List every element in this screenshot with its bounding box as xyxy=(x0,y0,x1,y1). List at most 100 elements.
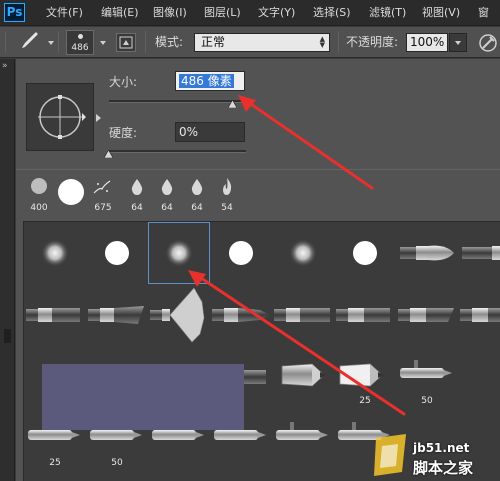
panel-divider xyxy=(16,169,500,170)
brush-size-label: 54 xyxy=(221,203,233,213)
soft-round-brush-icon xyxy=(165,239,193,267)
photoshop-logo: Ps xyxy=(4,3,25,22)
round-bristle-brush-icon xyxy=(212,308,270,322)
blend-mode-select[interactable]: 正常 ▲ ▼ xyxy=(194,33,330,52)
menu-file[interactable]: 文件(F) xyxy=(46,0,83,26)
watermark-name: 脚本之家 xyxy=(413,459,474,477)
toolbar-grip[interactable] xyxy=(4,329,11,343)
menu-filter[interactable]: 滤镜(T) xyxy=(369,0,406,26)
menu-type[interactable]: 文字(Y) xyxy=(258,0,295,26)
brush-preset[interactable] xyxy=(458,222,500,284)
brush-size-label: 50 xyxy=(421,396,433,406)
brush-tip-shape-preview[interactable] xyxy=(26,83,101,151)
brush-preset[interactable]: 25 xyxy=(334,346,396,408)
options-bar: 486 模式: 正常 ▲ ▼ 不透明度: 100% xyxy=(0,27,500,58)
menu-layer[interactable]: 图层(L) xyxy=(204,0,241,26)
flat-blunt-brush-icon xyxy=(336,308,390,322)
pressure-opacity-icon[interactable] xyxy=(478,33,498,53)
brush-preset[interactable] xyxy=(272,346,334,408)
watermark-url: jb51.net xyxy=(413,441,470,455)
watermark-logo-icon xyxy=(374,434,406,476)
brush-preset[interactable] xyxy=(272,284,334,346)
scatter-brush-icon xyxy=(93,180,111,194)
menu-view[interactable]: 视图(V) xyxy=(422,0,460,26)
brush-preset[interactable] xyxy=(272,408,334,470)
collapsed-toolbar-strip: » xyxy=(0,59,15,481)
brush-preset[interactable] xyxy=(148,284,210,346)
hard-round-brush-icon xyxy=(58,179,84,205)
hardness-slider[interactable] xyxy=(109,150,246,153)
drop-brush-icon xyxy=(161,179,173,195)
recent-brush[interactable]: 64 xyxy=(124,175,150,213)
menu-window[interactable]: 窗 xyxy=(478,0,489,26)
options-separator xyxy=(338,31,339,53)
hardness-slider-thumb[interactable] xyxy=(104,150,113,158)
angled-bristle-brush-icon xyxy=(88,306,144,324)
opacity-input[interactable]: 100% xyxy=(406,33,448,52)
recent-brush[interactable]: 400 xyxy=(26,175,52,213)
menu-image[interactable]: 图像(I) xyxy=(153,0,187,26)
brush-preset[interactable] xyxy=(24,222,86,284)
mode-label: 模式: xyxy=(155,35,184,49)
opacity-slider-button[interactable] xyxy=(449,33,467,52)
menu-edit[interactable]: 编辑(E) xyxy=(101,0,139,26)
brush-preset[interactable] xyxy=(396,284,458,346)
panel-menu-arrow-icon[interactable] xyxy=(96,114,101,122)
size-slider[interactable] xyxy=(109,100,246,103)
hard-round-brush-icon xyxy=(353,241,377,265)
hard-round-brush-icon xyxy=(229,241,253,265)
hardness-input[interactable]: 0% xyxy=(175,122,245,142)
brush-preset[interactable] xyxy=(24,284,86,346)
brush-preset[interactable] xyxy=(458,284,500,346)
recent-brushes: 400 675 64 64 64 54 xyxy=(24,175,244,213)
brush-preset[interactable] xyxy=(210,284,272,346)
brush-size-label: 50 xyxy=(111,458,123,468)
brush-size-label: 25 xyxy=(359,396,371,406)
recent-brush[interactable]: 54 xyxy=(214,175,240,213)
brush-preset[interactable] xyxy=(86,284,148,346)
size-value: 486 像素 xyxy=(179,74,234,88)
brush-panel-icon xyxy=(119,36,133,49)
brush-preset[interactable] xyxy=(272,222,334,284)
flat-bristle-brush-icon xyxy=(274,308,330,322)
hardness-label: 硬度: xyxy=(109,126,138,140)
brush-preset-selected[interactable] xyxy=(148,222,210,284)
size-input[interactable]: 486 像素 xyxy=(175,71,245,91)
options-grip xyxy=(5,31,6,53)
recent-brush[interactable] xyxy=(56,175,86,213)
size-slider-thumb[interactable] xyxy=(228,100,237,108)
recent-brush[interactable]: 64 xyxy=(184,175,210,213)
brush-preset[interactable] xyxy=(86,222,148,284)
expand-panel-icon[interactable]: » xyxy=(2,61,7,71)
brush-size-readout: 486 xyxy=(71,43,89,53)
brush-preset[interactable] xyxy=(334,284,396,346)
menu-select[interactable]: 选择(S) xyxy=(313,0,351,26)
size-label: 大小: xyxy=(109,75,138,89)
recent-brush[interactable]: 64 xyxy=(154,175,180,213)
opacity-label: 不透明度: xyxy=(346,35,399,49)
brush-picker-dropdown-icon[interactable] xyxy=(100,41,106,45)
brush-preset[interactable] xyxy=(396,222,458,284)
brush-size-label: 400 xyxy=(30,203,48,213)
flame-brush-icon xyxy=(223,178,232,195)
blend-mode-value: 正常 xyxy=(201,35,226,49)
brush-preset-picker[interactable]: 486 xyxy=(66,30,94,55)
brush-size-label: 64 xyxy=(131,203,143,213)
brush-preset[interactable]: 50 xyxy=(396,346,458,408)
brush-size-label: 64 xyxy=(161,203,173,213)
recent-brush[interactable]: 675 xyxy=(90,175,116,213)
tool-preset-dropdown-icon[interactable] xyxy=(48,41,54,45)
brush-preset[interactable] xyxy=(210,222,272,284)
brush-panel-toggle-button[interactable] xyxy=(116,33,136,52)
brush-size-label: 64 xyxy=(191,203,203,213)
fan-brush-icon xyxy=(150,287,205,343)
brush-preset[interactable] xyxy=(334,222,396,284)
brush-tool-icon[interactable] xyxy=(18,31,42,53)
flat-fan-brush-icon xyxy=(460,308,500,322)
flat-bristle-brush-icon xyxy=(26,308,80,322)
chevron-down-icon xyxy=(455,41,461,45)
options-separator xyxy=(145,31,146,53)
round-fan-brush-icon xyxy=(400,245,454,261)
options-separator xyxy=(58,31,59,53)
brush-angle-icon xyxy=(38,95,86,139)
